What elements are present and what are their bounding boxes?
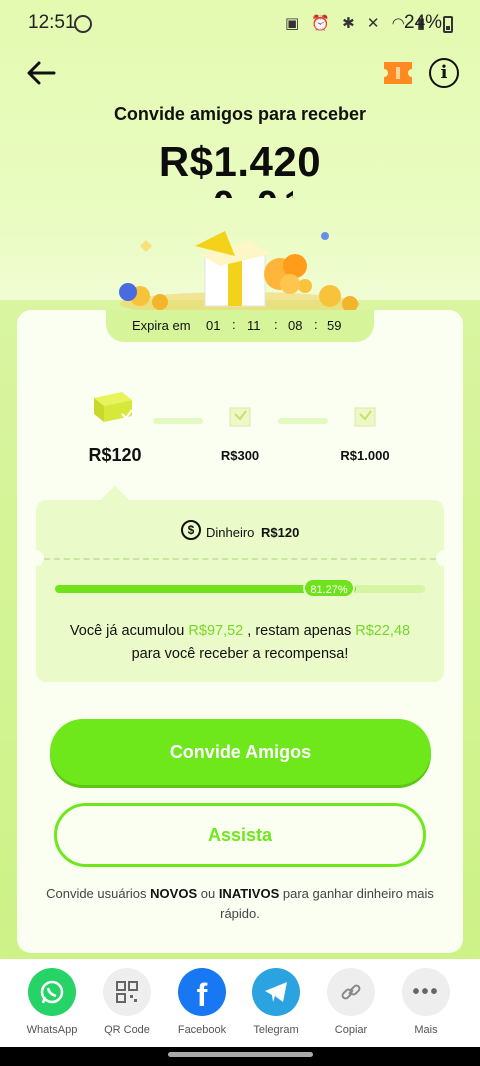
step-2-label: R$300: [220, 448, 260, 463]
share-facebook[interactable]: f Facebook: [167, 968, 237, 1036]
status-bar: 12:51 ▣ ⏰ ✱ ✕ ◠ ▮ 24%: [0, 0, 480, 48]
step-1-gift-icon[interactable]: [92, 388, 136, 429]
step-connector: [278, 418, 328, 424]
qr-code-icon: [103, 968, 151, 1016]
countdown-timer: Expira em 01 : 11 : 08 : 59: [106, 310, 374, 342]
step-connector: [153, 418, 203, 424]
share-bar: WhatsApp QR Code f Facebook Telegram Cop…: [0, 959, 480, 1047]
invite-friends-button[interactable]: Convide Amigos: [50, 719, 431, 785]
ticket-notch: [28, 550, 44, 566]
battery-icon: [443, 16, 453, 33]
reward-amount-next: 0,01: [213, 188, 293, 198]
step-1-label: R$120: [88, 445, 142, 465]
link-icon: [327, 968, 375, 1016]
timer-label: Expira em: [132, 318, 191, 333]
step-2-gift-icon[interactable]: [225, 400, 255, 435]
remaining-amount: R$22,48: [355, 623, 411, 639]
ticket-notch: [436, 550, 452, 566]
timer-separator: :: [232, 317, 236, 332]
share-copy-link[interactable]: Copiar: [316, 968, 386, 1036]
step-3-gift-icon[interactable]: [350, 400, 380, 435]
timer-separator: :: [274, 317, 278, 332]
home-indicator[interactable]: [168, 1052, 313, 1057]
dollar-icon: $: [181, 520, 201, 540]
reward-header: $ Dinheiro R$120: [36, 500, 444, 558]
progress-percent: 81.27%: [303, 578, 355, 598]
ticket-icon[interactable]: [382, 59, 414, 87]
share-qr-code[interactable]: QR Code: [92, 968, 162, 1036]
timer-minutes: 08: [288, 318, 303, 333]
whatsapp-icon: [74, 15, 92, 33]
share-telegram[interactable]: Telegram: [241, 968, 311, 1036]
share-more[interactable]: ••• Mais: [391, 968, 461, 1036]
watch-button[interactable]: Assista: [54, 803, 426, 867]
status-time: 12:51: [28, 12, 76, 33]
reward-amount: R$1.420: [158, 138, 322, 185]
share-whatsapp[interactable]: WhatsApp: [17, 968, 87, 1036]
info-icon[interactable]: i: [429, 58, 459, 88]
divider: [44, 558, 436, 560]
progress-message: Você já acumulou R$97,52 , restam apenas…: [69, 623, 411, 662]
timer-seconds: 59: [327, 318, 342, 333]
invite-note: Convide usuários NOVOS ou INATIVOS para …: [46, 886, 434, 921]
whatsapp-icon: [28, 968, 76, 1016]
progress-bar: [55, 585, 425, 593]
accumulated-amount: R$97,52: [188, 623, 244, 639]
battery-percent: 24%: [404, 12, 443, 33]
gift-box-illustration: [100, 226, 380, 321]
facebook-icon: f: [178, 968, 226, 1016]
telegram-icon: [252, 968, 300, 1016]
more-icon: •••: [402, 968, 450, 1016]
page-title: Convide amigos para receber: [113, 104, 367, 124]
step-3-label: R$1.000: [340, 448, 390, 463]
reward-value: R$120: [261, 525, 300, 540]
reward-type: Dinheiro: [206, 525, 255, 540]
back-arrow-icon[interactable]: [24, 56, 58, 90]
timer-hours: 11: [247, 318, 261, 333]
timer-days: 01: [206, 318, 221, 333]
timer-separator: :: [314, 317, 318, 332]
